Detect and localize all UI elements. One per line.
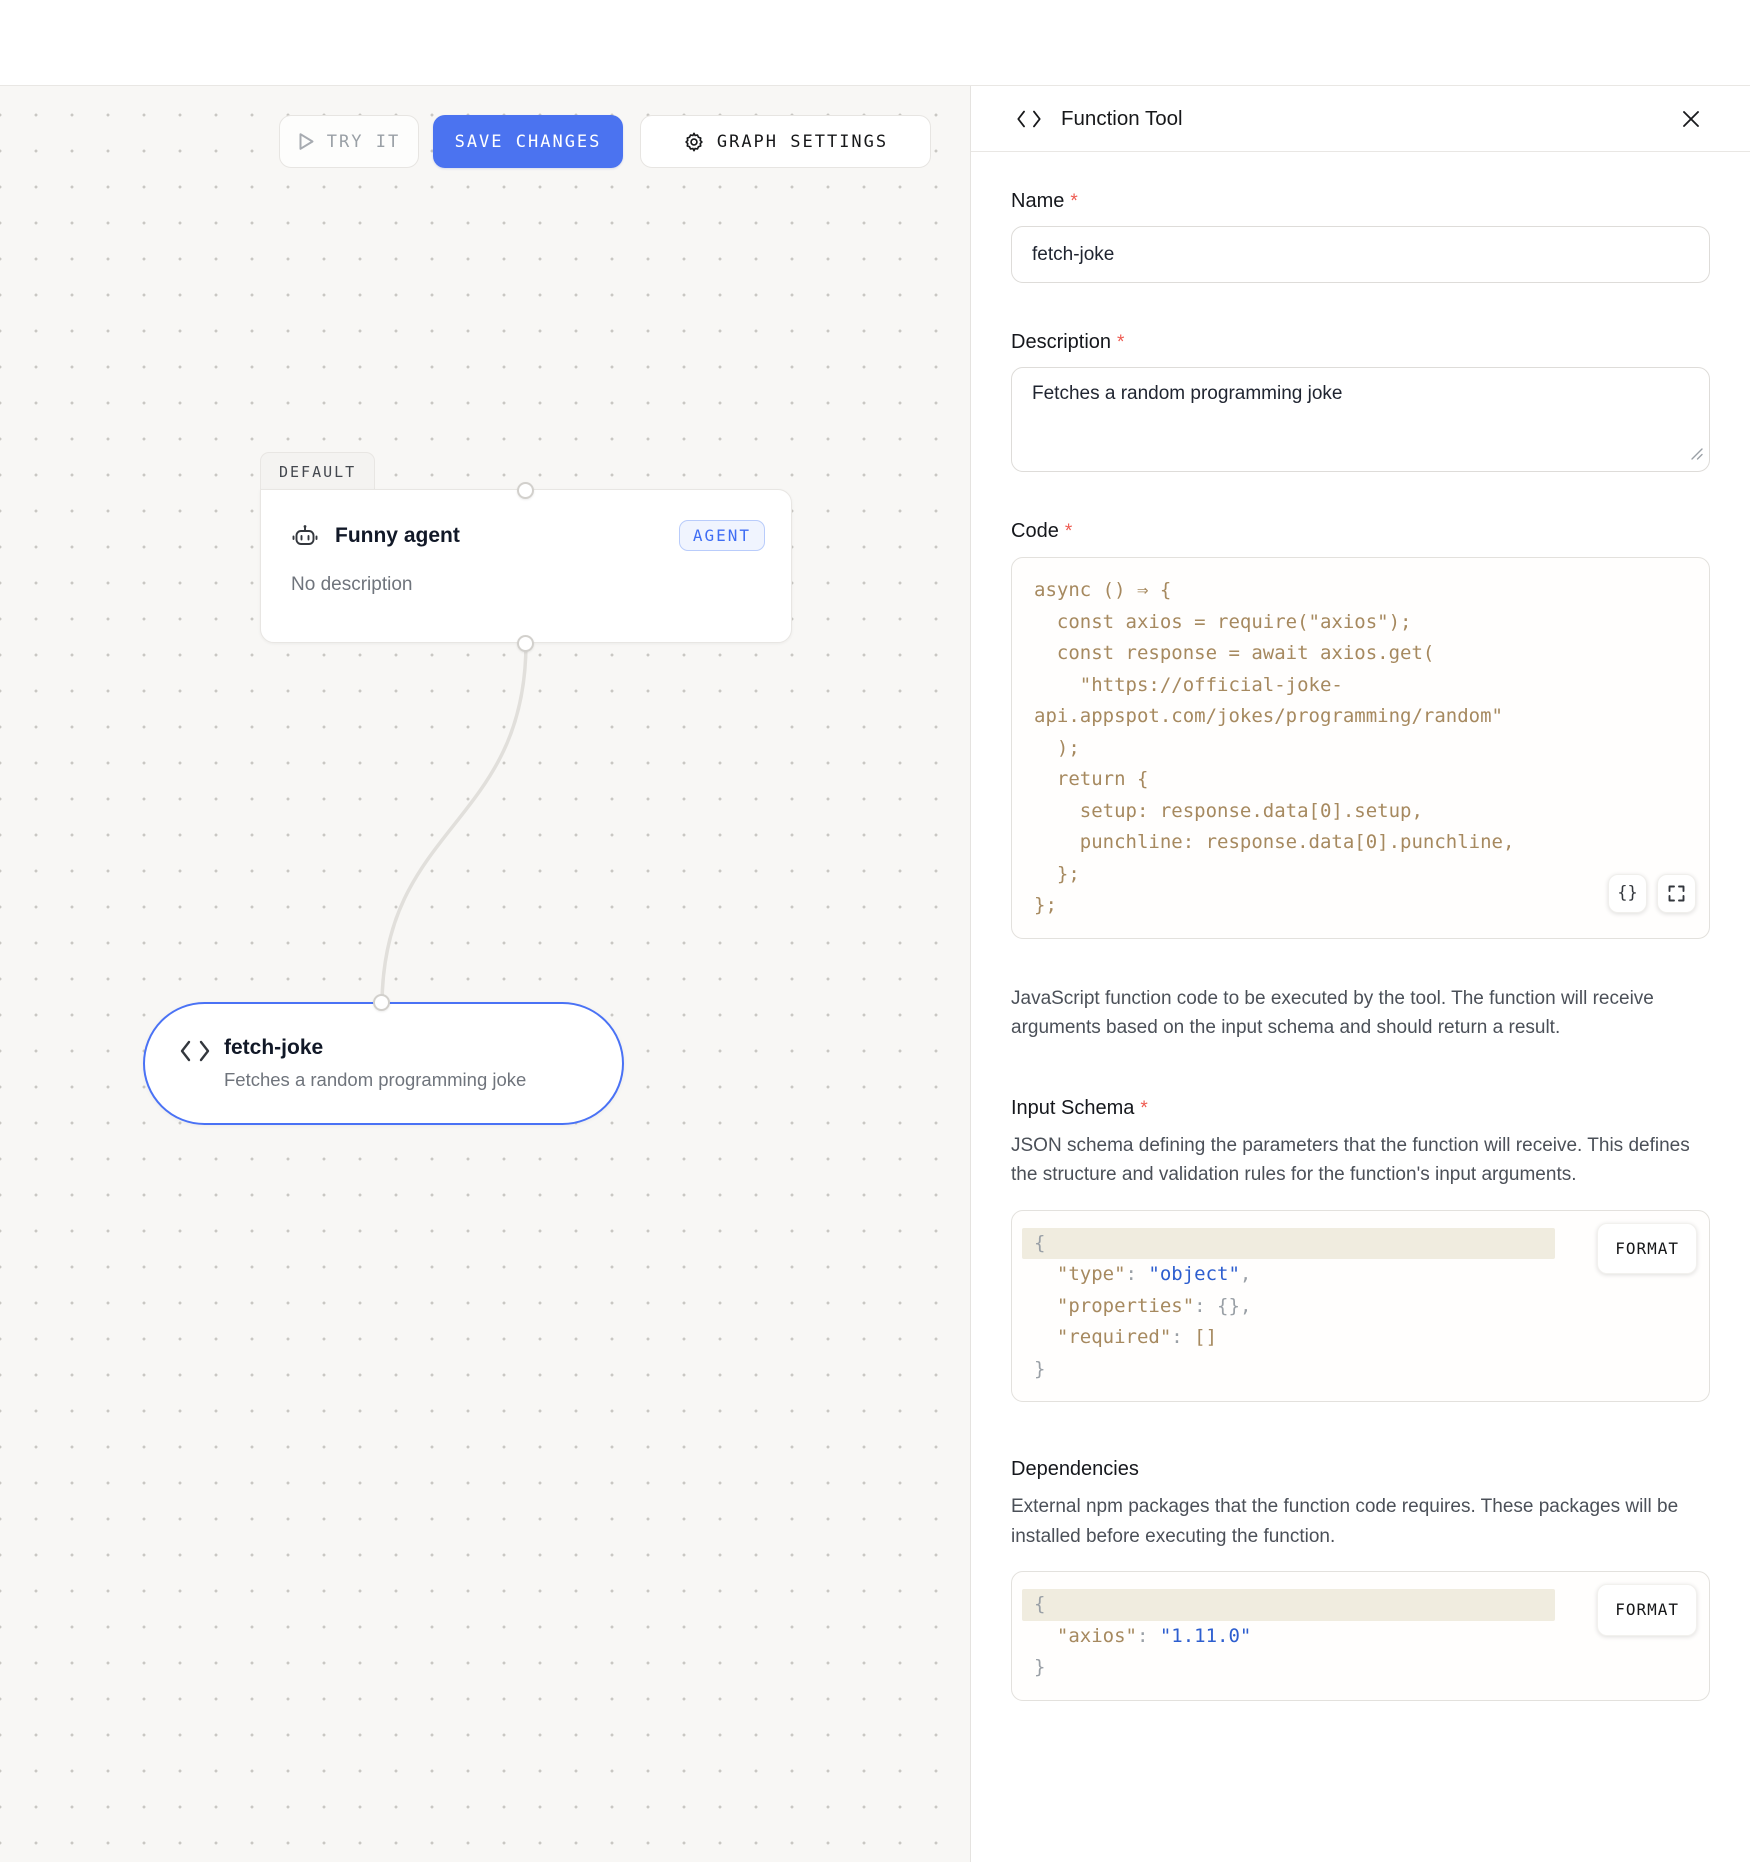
code-line: }; bbox=[1034, 859, 1687, 891]
input-schema-help-text: JSON schema defining the parameters that… bbox=[1011, 1131, 1710, 1190]
code-line: const response = await axios.get( bbox=[1034, 638, 1687, 670]
close-icon[interactable] bbox=[1676, 104, 1706, 134]
panel-header: Function Tool bbox=[971, 86, 1750, 152]
name-field-group: Name * bbox=[1011, 190, 1710, 283]
tool-node-fetch-joke[interactable]: fetch-joke Fetches a random programming … bbox=[143, 1002, 624, 1125]
name-input[interactable] bbox=[1011, 226, 1710, 283]
code-label: Code bbox=[1011, 520, 1059, 542]
dependencies-help-text: External npm packages that the function … bbox=[1011, 1492, 1710, 1551]
tool-node-description: Fetches a random programming joke bbox=[224, 1069, 526, 1091]
input-schema-editor[interactable]: FORMAT { "type": "object", "properties":… bbox=[1011, 1210, 1710, 1403]
input-schema-group: Input Schema * JSON schema defining the p… bbox=[1011, 1097, 1710, 1403]
code-icon bbox=[1015, 109, 1043, 129]
code-editor[interactable]: async () ⇒ { const axios = require("axio… bbox=[1011, 557, 1710, 939]
tool-node-title: fetch-joke bbox=[224, 1036, 526, 1060]
connection-handle-tool-top[interactable] bbox=[373, 994, 390, 1011]
code-icon bbox=[178, 1038, 224, 1064]
panel-title: Function Tool bbox=[1061, 107, 1676, 131]
connection-handle-agent-top[interactable] bbox=[517, 482, 534, 499]
edge-agent-to-tool[interactable] bbox=[382, 643, 526, 1006]
try-it-label: TRY IT bbox=[327, 132, 400, 152]
code-line: "properties": {}, bbox=[1034, 1291, 1687, 1323]
dependencies-group: Dependencies External npm packages that … bbox=[1011, 1458, 1710, 1701]
description-textarea[interactable]: Fetches a random programming joke bbox=[1011, 367, 1710, 472]
group-tab-label: DEFAULT bbox=[279, 463, 356, 481]
input-schema-label: Input Schema bbox=[1011, 1097, 1134, 1119]
try-it-button[interactable]: TRY IT bbox=[279, 115, 419, 168]
format-braces-button[interactable]: {} bbox=[1608, 874, 1647, 913]
code-field-group: Code * async () ⇒ { const axios = require… bbox=[1011, 520, 1710, 1043]
format-button[interactable]: FORMAT bbox=[1597, 1584, 1697, 1636]
panel-body: Name * Description * Fetches a random prog… bbox=[971, 152, 1750, 1701]
description-label: Description bbox=[1011, 331, 1111, 353]
code-line: api.appspot.com/jokes/programming/random… bbox=[1034, 701, 1687, 733]
code-line: { bbox=[1022, 1589, 1555, 1621]
code-line: } bbox=[1034, 1652, 1687, 1684]
expand-icon[interactable] bbox=[1657, 874, 1696, 913]
group-tab-default[interactable]: DEFAULT bbox=[260, 452, 375, 490]
connection-handle-agent-bottom[interactable] bbox=[517, 635, 534, 652]
dependencies-editor[interactable]: FORMAT { "axios": "1.11.0"} bbox=[1011, 1571, 1710, 1701]
code-help-text: JavaScript function code to be executed … bbox=[1011, 984, 1710, 1043]
save-changes-button[interactable]: SAVE CHANGES bbox=[433, 115, 623, 168]
code-line: }; bbox=[1034, 890, 1687, 922]
agent-node-title: Funny agent bbox=[335, 524, 665, 548]
agent-badge: AGENT bbox=[679, 520, 765, 551]
code-line: } bbox=[1034, 1354, 1687, 1386]
robot-icon bbox=[291, 522, 319, 550]
agent-node-description: No description bbox=[291, 574, 765, 596]
save-changes-label: SAVE CHANGES bbox=[455, 132, 602, 152]
code-line: ); bbox=[1034, 733, 1687, 765]
required-marker: * bbox=[1065, 521, 1072, 542]
play-icon bbox=[298, 132, 315, 151]
code-line: "https://official-joke- bbox=[1034, 670, 1687, 702]
code-line: punchline: response.data[0].punchline, bbox=[1034, 827, 1687, 859]
code-line: "required": [] bbox=[1034, 1322, 1687, 1354]
edge-layer bbox=[0, 86, 970, 1862]
top-bar bbox=[0, 0, 1750, 86]
format-button[interactable]: FORMAT bbox=[1597, 1223, 1697, 1275]
agent-node[interactable]: Funny agent AGENT No description bbox=[260, 489, 792, 643]
code-line: return { bbox=[1034, 764, 1687, 796]
required-marker: * bbox=[1117, 332, 1124, 353]
code-line: { bbox=[1022, 1228, 1555, 1260]
code-line: setup: response.data[0].setup, bbox=[1034, 796, 1687, 828]
resize-handle-icon[interactable] bbox=[1691, 447, 1703, 465]
code-line: const axios = require("axios"); bbox=[1034, 607, 1687, 639]
code-line: "type": "object", bbox=[1034, 1259, 1687, 1291]
description-field-group: Description * Fetches a random programmin… bbox=[1011, 331, 1710, 472]
gear-icon bbox=[683, 131, 705, 153]
function-tool-panel: Function Tool Name * Description * Fetches… bbox=[970, 86, 1750, 1862]
required-marker: * bbox=[1140, 1098, 1147, 1119]
dependencies-label: Dependencies bbox=[1011, 1458, 1139, 1480]
name-label: Name bbox=[1011, 190, 1064, 212]
graph-canvas[interactable]: TRY IT SAVE CHANGES GRAPH SETTINGS DEFAU… bbox=[0, 86, 970, 1862]
graph-settings-label: GRAPH SETTINGS bbox=[717, 132, 888, 152]
code-line: async () ⇒ { bbox=[1034, 575, 1687, 607]
graph-settings-button[interactable]: GRAPH SETTINGS bbox=[640, 115, 931, 168]
code-line: "axios": "1.11.0" bbox=[1034, 1621, 1687, 1653]
required-marker: * bbox=[1070, 191, 1077, 212]
